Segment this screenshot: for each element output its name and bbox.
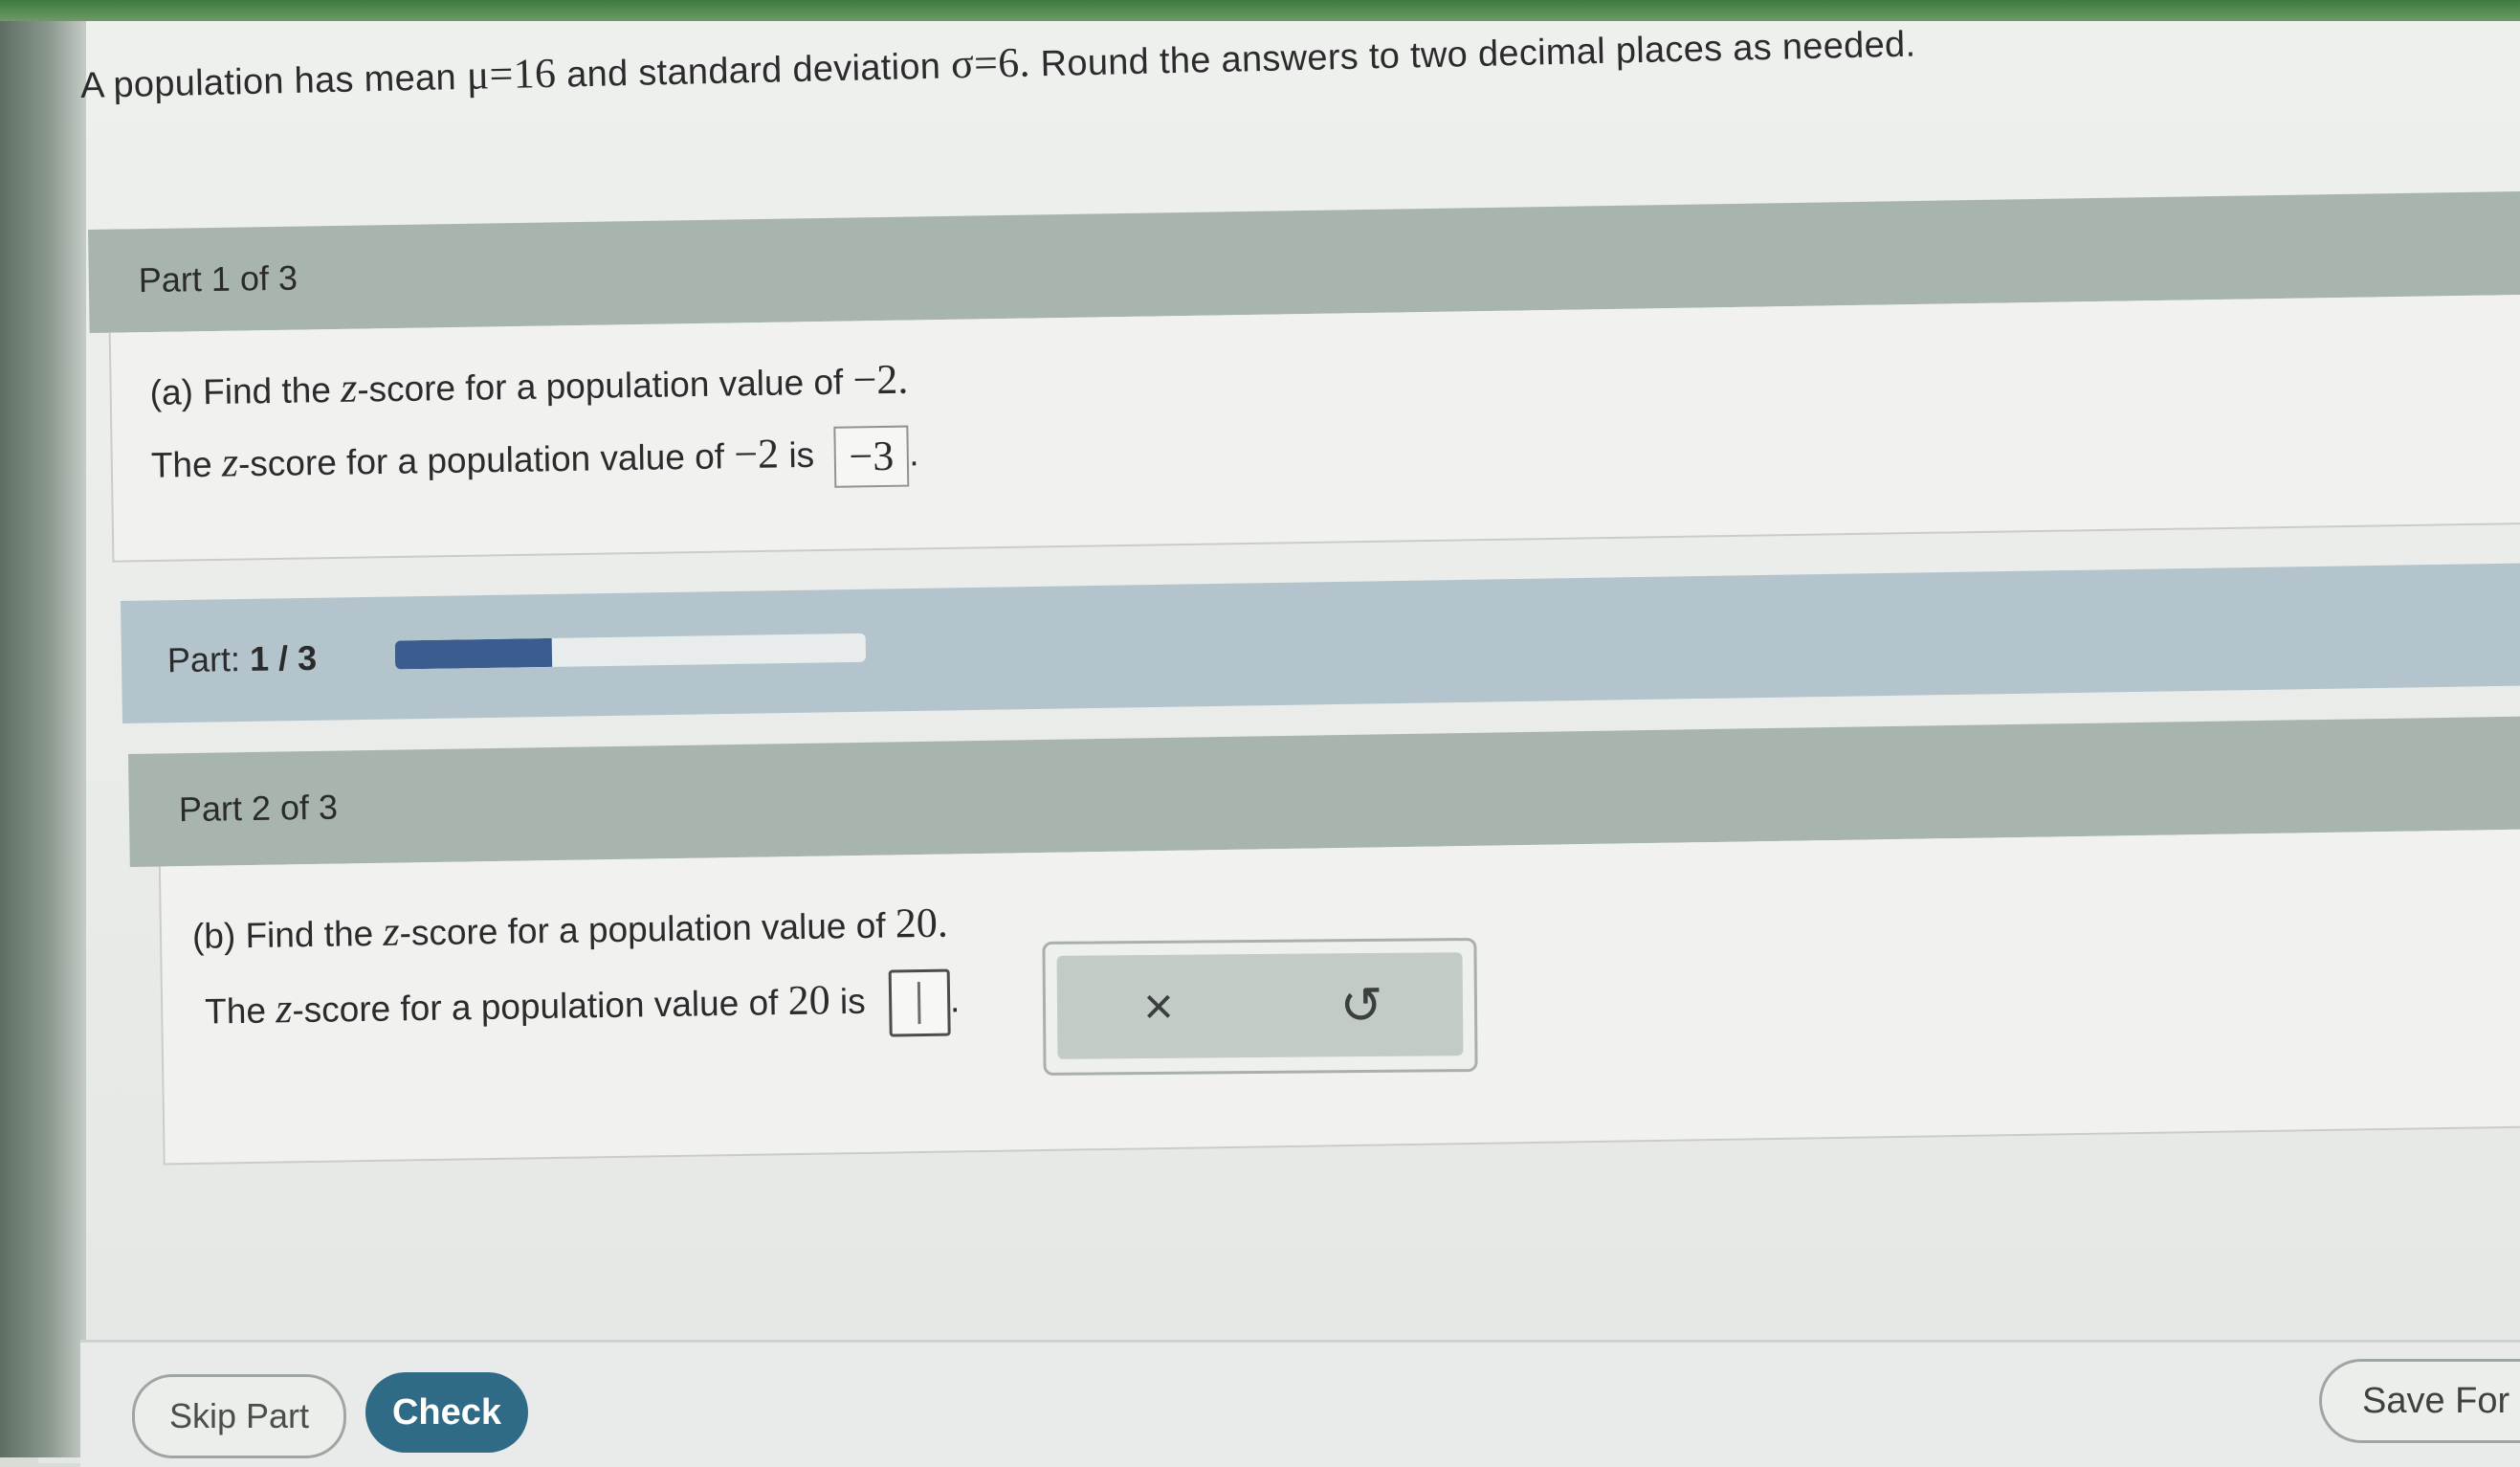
- progress-label: Part: 1 / 3: [167, 638, 318, 680]
- part-1-question-suffix: -score for a population value of: [356, 362, 844, 410]
- part-1-card: Part 1 of 3 (a) Find the z-score for a p…: [88, 190, 2520, 563]
- z-symbol: z: [221, 438, 239, 486]
- mu-value: =16: [489, 49, 557, 99]
- part-2-answer-prefix: The: [204, 990, 267, 1032]
- part-2-answer-is: is: [839, 981, 866, 1022]
- part-1-answer-value: −2: [733, 430, 780, 478]
- z-symbol: z: [383, 907, 400, 955]
- skip-part-button[interactable]: Skip Part: [132, 1374, 346, 1458]
- progress-label-text: Part:: [166, 639, 241, 680]
- part-1-question-prefix: (a) Find the: [149, 370, 332, 413]
- sigma-symbol: σ: [950, 39, 975, 88]
- part-2-answer-input[interactable]: [888, 968, 951, 1037]
- part-2-period: .: [949, 980, 961, 1020]
- z-symbol: z: [275, 985, 293, 1033]
- part-1-answer-line: The z-score for a population value of −2…: [150, 425, 919, 499]
- save-for-later-button[interactable]: Save For: [2319, 1359, 2520, 1443]
- part-1-answer-box: −3: [832, 425, 910, 488]
- part-1-title: Part 1 of 3: [138, 257, 298, 300]
- clear-icon[interactable]: ×: [1120, 968, 1198, 1046]
- part-2-answer-value: 20: [787, 976, 830, 1024]
- part-1-body: (a) Find the z-score for a population va…: [108, 294, 2520, 563]
- part-1-question: (a) Find the z-score for a population va…: [149, 355, 908, 415]
- sigma-value: =6.: [973, 38, 1031, 87]
- undo-icon[interactable]: ↺: [1323, 967, 1401, 1044]
- mu-symbol: μ: [466, 51, 491, 99]
- check-button[interactable]: Check: [365, 1372, 528, 1453]
- part-1-answer-middle: -score for a population value of: [237, 436, 725, 484]
- progress-count: 1 / 3: [249, 637, 318, 678]
- part-2-question-value: 20.: [895, 899, 949, 947]
- part-2-answer-middle: -score for a population value of: [292, 983, 779, 1031]
- part-2-question-prefix: (b) Find the: [191, 914, 374, 956]
- part-1-answer-prefix: The: [150, 444, 212, 485]
- answer-tools-inner: × ↺: [1056, 952, 1464, 1059]
- part-2-title: Part 2 of 3: [178, 787, 339, 830]
- z-symbol: z: [340, 364, 358, 411]
- part-2-answer-line: The z-score for a population value of 20…: [205, 968, 961, 1047]
- progress-bar: [394, 633, 867, 670]
- problem-intro-text: A population has mean: [79, 57, 457, 106]
- monitor-bezel-left: [0, 0, 86, 1457]
- progress-bar-fill: [394, 637, 552, 670]
- answer-tools-panel: × ↺: [1042, 938, 1478, 1076]
- part-1-question-value: −2.: [852, 355, 909, 404]
- part-1-period: .: [908, 433, 919, 474]
- window-top-edge: [0, 0, 2520, 21]
- part-1-answer-is: is: [788, 434, 815, 476]
- part-2-question: (b) Find the z-score for a population va…: [192, 899, 949, 959]
- sd-text: and standard deviation: [565, 46, 941, 96]
- part-2-question-suffix: -score for a population value of: [399, 905, 886, 953]
